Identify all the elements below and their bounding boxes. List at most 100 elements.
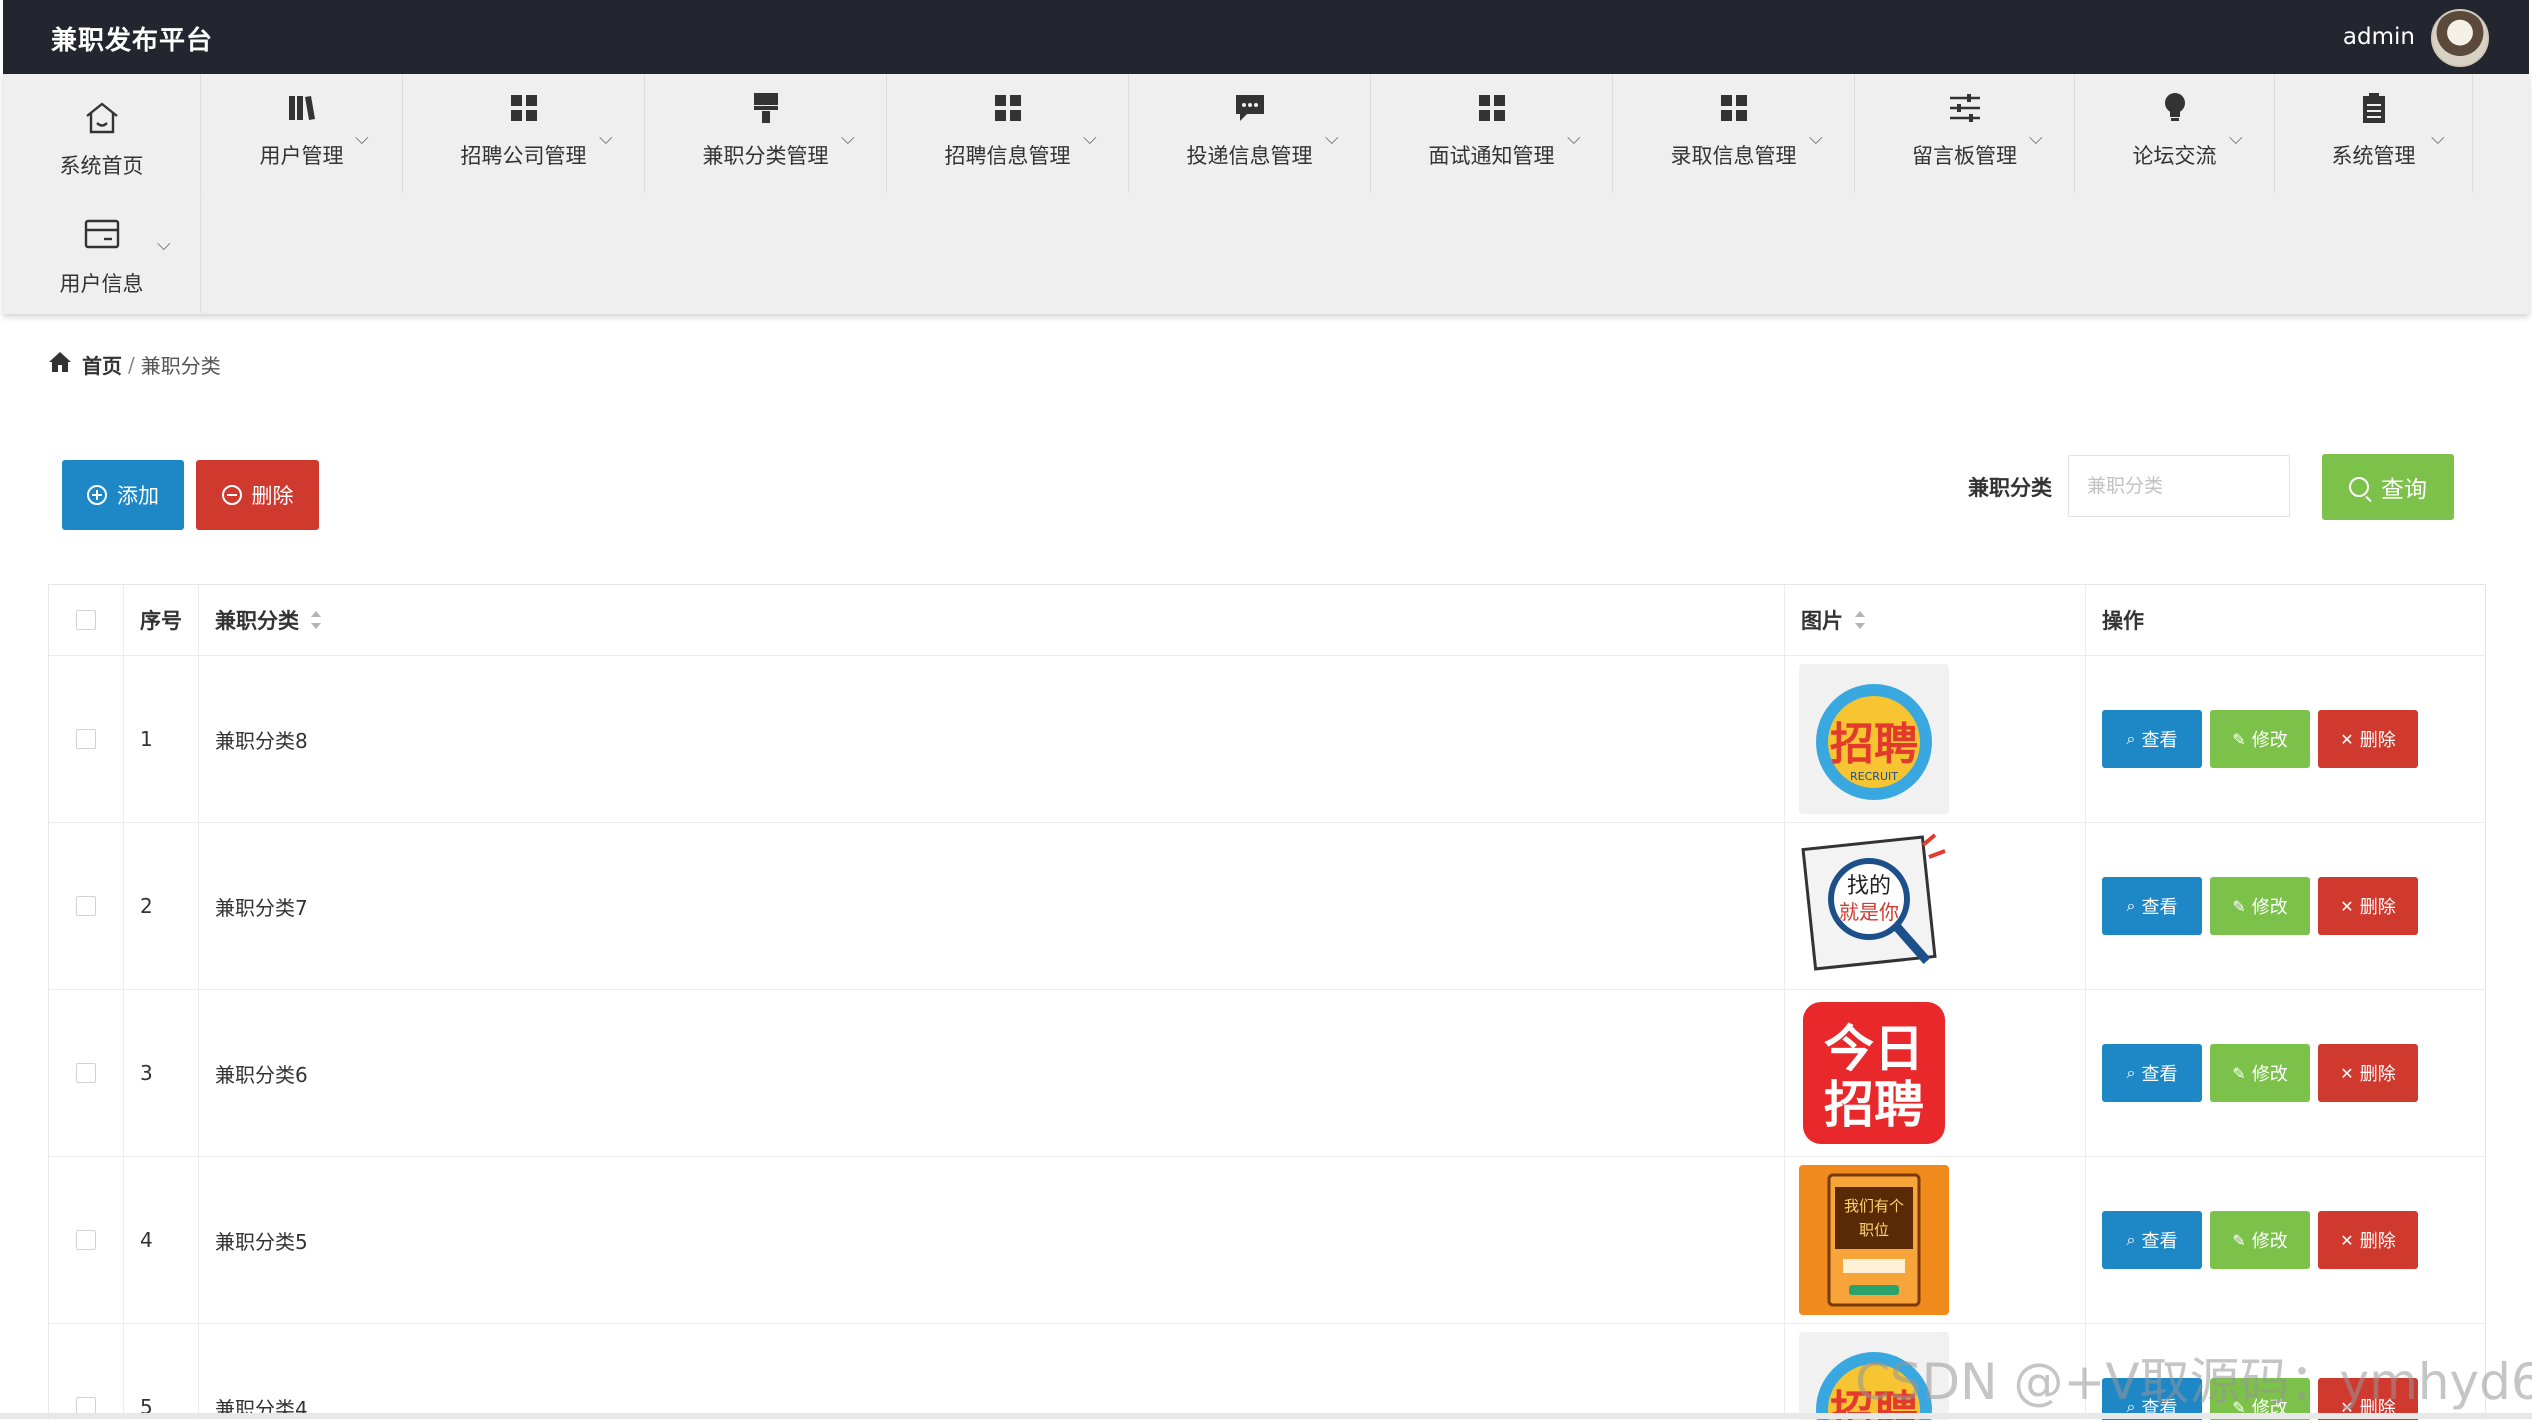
column-header-label: 操作 — [2102, 609, 2144, 633]
image-text: 招聘 — [1830, 719, 1918, 770]
nav-divider — [200, 194, 201, 313]
grid-icon — [403, 88, 644, 128]
delete-button[interactable]: ✕ 删除 — [2318, 1211, 2418, 1269]
chevron-down-icon: ⌵ — [599, 128, 613, 149]
delete-button[interactable]: ✕ 删除 — [2318, 710, 2418, 768]
column-header-image[interactable]: 图片 — [1785, 585, 2086, 655]
add-button-label: 添加 — [117, 484, 159, 508]
sort-icon[interactable] — [311, 611, 321, 629]
view-button[interactable]: ⌕ 查看 — [2102, 877, 2202, 935]
image-text: 招聘 — [1824, 1076, 1924, 1134]
column-header-category[interactable]: 兼职分类 — [199, 585, 1785, 655]
delete-label: 删除 — [2359, 897, 2396, 918]
search-icon: ⌕ — [2126, 1230, 2136, 1249]
breadcrumb-home[interactable]: 首页 — [82, 350, 122, 379]
grid-icon — [887, 88, 1128, 128]
chevron-down-icon: ⌵ — [2431, 128, 2445, 149]
edit-button[interactable]: ✎ 修改 — [2210, 710, 2310, 768]
grid-icon — [1613, 88, 1854, 128]
category-search-input[interactable] — [2068, 455, 2290, 517]
nav-label: 系统首页 — [59, 154, 144, 178]
row-checkbox-cell — [49, 990, 124, 1156]
nav-item-message-board[interactable]: 留言板管理 ⌵ — [1855, 74, 2074, 193]
edit-button[interactable]: ✎ 修改 — [2210, 1211, 2310, 1269]
delete-label: 删除 — [2359, 730, 2396, 751]
close-icon: ✕ — [2340, 896, 2354, 916]
main-nav: 系统首页 用户管理 ⌵ 招聘公司管理 ⌵ 兼职分类管理 ⌵ 招聘信息管理 ⌵ 投… — [3, 74, 2529, 314]
nav-item-forum[interactable]: 论坛交流 ⌵ — [2075, 74, 2274, 193]
user-avatar[interactable] — [2431, 9, 2489, 67]
view-button[interactable]: ⌕ 查看 — [2102, 1211, 2202, 1269]
recruit-badge-image[interactable]: 招聘RECRUIT — [1799, 664, 1949, 814]
table-row: 1 兼职分类8 招聘 RECRUIT ⌕ 查看 ✎ 修改 ✕ 删除 — [49, 656, 2485, 823]
grid-icon — [1371, 88, 1612, 128]
add-button[interactable]: 添加 — [62, 460, 184, 530]
today-recruit-image[interactable]: 今日 招聘 — [1799, 998, 1949, 1148]
row-image-cell: 招聘RECRUIT — [1785, 656, 2086, 822]
breadcrumb: 首页 / 兼职分类 — [48, 350, 221, 379]
breadcrumb-separator: / — [128, 352, 135, 377]
chevron-down-icon: ⌵ — [1325, 128, 1339, 149]
chevron-down-icon: ⌵ — [841, 128, 855, 149]
clipboard-icon — [2275, 88, 2472, 128]
magnifier-poster-image[interactable]: 找的 就是你 — [1799, 831, 1949, 981]
edit-icon: ✎ — [2232, 1230, 2246, 1250]
row-checkbox-cell — [49, 1157, 124, 1323]
image-text: 今日 — [1824, 1020, 1924, 1078]
select-all-checkbox[interactable] — [76, 610, 96, 630]
nav-item-category-manage[interactable]: 兼职分类管理 ⌵ — [645, 74, 886, 193]
view-button[interactable]: ⌕ 查看 — [2102, 710, 2202, 768]
search-icon: ⌕ — [2126, 1063, 2136, 1082]
close-icon: ✕ — [2340, 729, 2354, 749]
row-checkbox[interactable] — [76, 1063, 96, 1083]
nav-item-user-manage[interactable]: 用户管理 ⌵ — [201, 74, 402, 193]
column-header-label: 图片 — [1801, 609, 1843, 633]
edit-icon: ✎ — [2232, 1063, 2246, 1083]
row-checkbox[interactable] — [76, 729, 96, 749]
close-icon: ✕ — [2340, 1230, 2354, 1250]
row-index: 5 — [124, 1324, 199, 1420]
view-button[interactable]: ⌕ 查看 — [2102, 1044, 2202, 1102]
edit-button[interactable]: ✎ 修改 — [2210, 1044, 2310, 1102]
row-checkbox-cell — [49, 823, 124, 989]
image-text: 我们有个 — [1844, 1197, 1904, 1215]
row-image-cell: 今日 招聘 — [1785, 990, 2086, 1156]
row-actions: ⌕ 查看 ✎ 修改 ✕ 删除 — [2086, 823, 2485, 989]
row-actions: ⌕ 查看 ✎ 修改 ✕ 删除 — [2086, 990, 2485, 1156]
row-checkbox[interactable] — [76, 1230, 96, 1250]
nav-item-company-manage[interactable]: 招聘公司管理 ⌵ — [403, 74, 644, 193]
nav-item-system-manage[interactable]: 系统管理 ⌵ — [2275, 74, 2472, 193]
view-label: 查看 — [2141, 1231, 2178, 1252]
nav-divider — [2472, 74, 2473, 193]
nav-item-admission-manage[interactable]: 录取信息管理 ⌵ — [1613, 74, 1854, 193]
nav-item-interview-manage[interactable]: 面试通知管理 ⌵ — [1371, 74, 1612, 193]
batch-delete-button[interactable]: 删除 — [196, 460, 319, 530]
orange-poster-image[interactable]: 我们有个 职位 — [1799, 1165, 1949, 1315]
edit-button[interactable]: ✎ 修改 — [2210, 877, 2310, 935]
image-text: 职位 — [1859, 1221, 1889, 1239]
column-header-actions: 操作 — [2086, 585, 2485, 655]
nav-item-delivery-manage[interactable]: 投递信息管理 ⌵ — [1129, 74, 1370, 193]
view-label: 查看 — [2141, 1064, 2178, 1085]
row-actions: ⌕ 查看 ✎ 修改 ✕ 删除 — [2086, 1157, 2485, 1323]
nav-label: 用户信息 — [59, 272, 144, 296]
query-button-label: 查询 — [2381, 477, 2427, 503]
query-button[interactable]: 查询 — [2322, 454, 2454, 520]
sort-icon[interactable] — [1855, 611, 1865, 629]
nav-item-user-info[interactable]: 用户信息 ⌵ — [3, 194, 200, 313]
row-checkbox[interactable] — [76, 896, 96, 916]
delete-button[interactable]: ✕ 删除 — [2318, 877, 2418, 935]
minus-circle-icon — [221, 485, 242, 505]
delete-button-label: 删除 — [251, 484, 294, 508]
row-category: 兼职分类6 — [199, 990, 1785, 1156]
home-icon — [48, 351, 72, 378]
row-index: 2 — [124, 823, 199, 989]
nav-item-job-manage[interactable]: 招聘信息管理 ⌵ — [887, 74, 1128, 193]
chevron-down-icon: ⌵ — [2229, 128, 2243, 149]
delete-button[interactable]: ✕ 删除 — [2318, 1044, 2418, 1102]
nav-item-home[interactable]: 系统首页 — [3, 74, 200, 193]
row-index: 1 — [124, 656, 199, 822]
username[interactable]: admin — [2343, 24, 2415, 50]
view-label: 查看 — [2141, 897, 2178, 918]
edit-icon: ✎ — [2232, 896, 2246, 916]
